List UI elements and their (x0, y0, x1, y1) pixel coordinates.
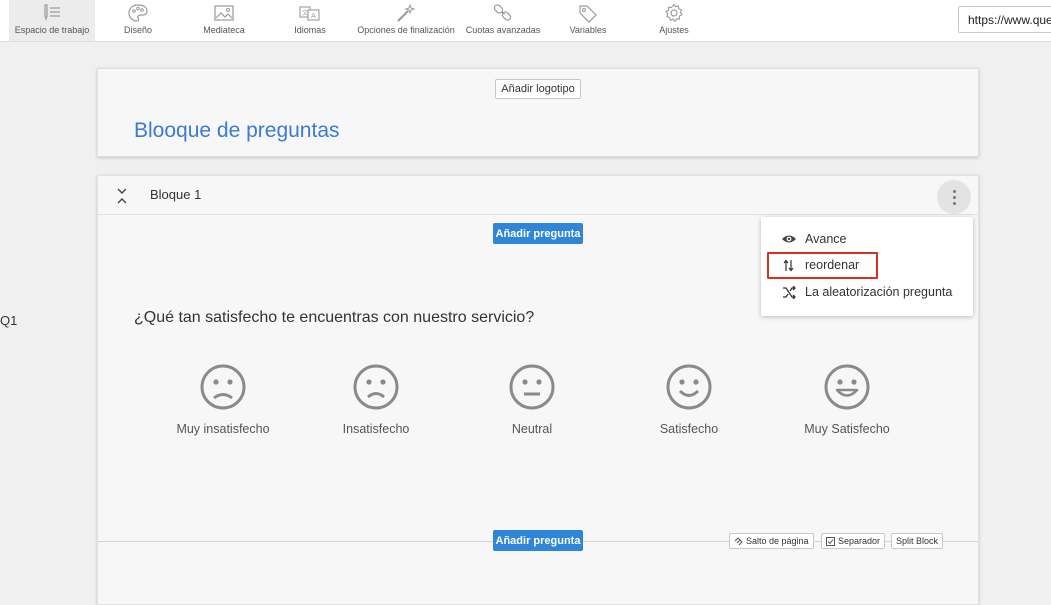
very-happy-face-icon (824, 364, 870, 410)
tab-settings[interactable]: Ajustes (636, 0, 712, 41)
tag-icon (579, 5, 597, 23)
tab-languages[interactable]: 文 A Idiomas (272, 0, 348, 41)
tab-design[interactable]: Diseño (100, 0, 176, 41)
block-options-button[interactable] (937, 180, 971, 214)
svg-text:文: 文 (302, 9, 308, 17)
tab-label: Opciones de finalización (357, 25, 455, 35)
survey-header-card: Añadir logotipo Blooque de preguntas (97, 68, 979, 157)
svg-text:A: A (311, 12, 316, 20)
survey-title[interactable]: Blooque de preguntas (134, 119, 340, 143)
kebab-dot (952, 201, 956, 205)
tab-label: Cuotas avanzadas (465, 25, 541, 35)
very-unhappy-face-icon (200, 364, 246, 410)
menu-item-label: La aleatorización pregunta (805, 285, 953, 299)
tab-label: Idiomas (294, 25, 326, 35)
chain-icon (493, 4, 512, 21)
tab-completion-options[interactable]: Opciones de finalización (353, 0, 459, 41)
gear-icon (665, 3, 683, 23)
option-very-satisfied[interactable]: Muy Satisfecho (772, 363, 922, 453)
kebab-dot (952, 189, 956, 193)
menu-item-preview[interactable]: Avance (781, 229, 846, 249)
tab-advanced-quotas[interactable]: Cuotas avanzadas (463, 0, 543, 41)
block-options-menu: Avance reordenar La aleatorización pregu… (761, 217, 973, 316)
eye-icon (781, 233, 797, 245)
tab-label: Diseño (123, 25, 152, 35)
page-break-button[interactable]: Salto de página (729, 533, 814, 549)
option-unsatisfied[interactable]: Insatisfecho (301, 363, 451, 453)
menu-item-randomize[interactable]: La aleatorización pregunta (781, 282, 952, 302)
magic-wand-icon (397, 3, 416, 22)
option-label: Muy insatisfecho (176, 422, 270, 436)
reorder-arrows-icon (781, 259, 797, 272)
neutral-face-icon (509, 364, 555, 410)
option-label: Muy Satisfecho (804, 422, 890, 436)
split-block-button[interactable]: Split Block (891, 533, 944, 549)
happy-face-icon (666, 364, 712, 410)
separator-label: Separador (838, 536, 881, 546)
add-question-button-top[interactable]: Añadir pregunta (493, 223, 583, 244)
tab-variables[interactable]: Variables (550, 0, 626, 41)
add-logo-button[interactable]: Añadir logotipo (495, 79, 581, 99)
top-toolbar: Espacio de trabajo Diseño Mediateca 文 A … (0, 0, 1051, 42)
question-id: Q1 (0, 313, 18, 328)
tab-label: Ajustes (659, 25, 689, 35)
palette-icon (128, 4, 148, 22)
collapse-icon[interactable] (117, 188, 127, 204)
tab-media-library[interactable]: Mediateca (186, 0, 262, 41)
unhappy-face-icon (353, 364, 399, 410)
translate-icon: 文 A (299, 6, 320, 21)
survey-url-field[interactable]: https://www.ques (958, 6, 1051, 33)
image-icon (214, 5, 234, 21)
option-label: Insatisfecho (342, 422, 410, 436)
page-break-icon (734, 536, 743, 545)
tab-label: Variables (569, 25, 607, 35)
block-name[interactable]: Bloque 1 (150, 187, 201, 202)
question-text[interactable]: ¿Qué tan satisfecho te encuentras con nu… (134, 309, 534, 327)
tab-label: Mediateca (203, 25, 245, 35)
page-break-label: Salto de página (746, 536, 809, 546)
add-question-button-bottom[interactable]: Añadir pregunta (493, 530, 583, 551)
option-label: Neutral (511, 422, 553, 436)
menu-item-reorder[interactable]: reordenar (781, 255, 859, 275)
kebab-dot (952, 195, 956, 199)
separator-button[interactable]: Separador (821, 533, 886, 549)
tab-workspace[interactable]: Espacio de trabajo (9, 0, 95, 41)
option-very-unsatisfied[interactable]: Muy insatisfecho (148, 363, 298, 453)
option-label: Satisfecho (659, 422, 719, 436)
checkbox-icon (826, 536, 835, 546)
tab-label: Espacio de trabajo (14, 25, 90, 35)
workspace-icon (44, 4, 60, 21)
block-header: Bloque 1 (98, 176, 978, 215)
option-satisfied[interactable]: Satisfecho (614, 363, 764, 453)
shuffle-icon (781, 285, 797, 299)
option-neutral[interactable]: Neutral (457, 363, 607, 453)
menu-item-label: Avance (805, 232, 847, 246)
menu-item-label: reordenar (805, 258, 860, 272)
